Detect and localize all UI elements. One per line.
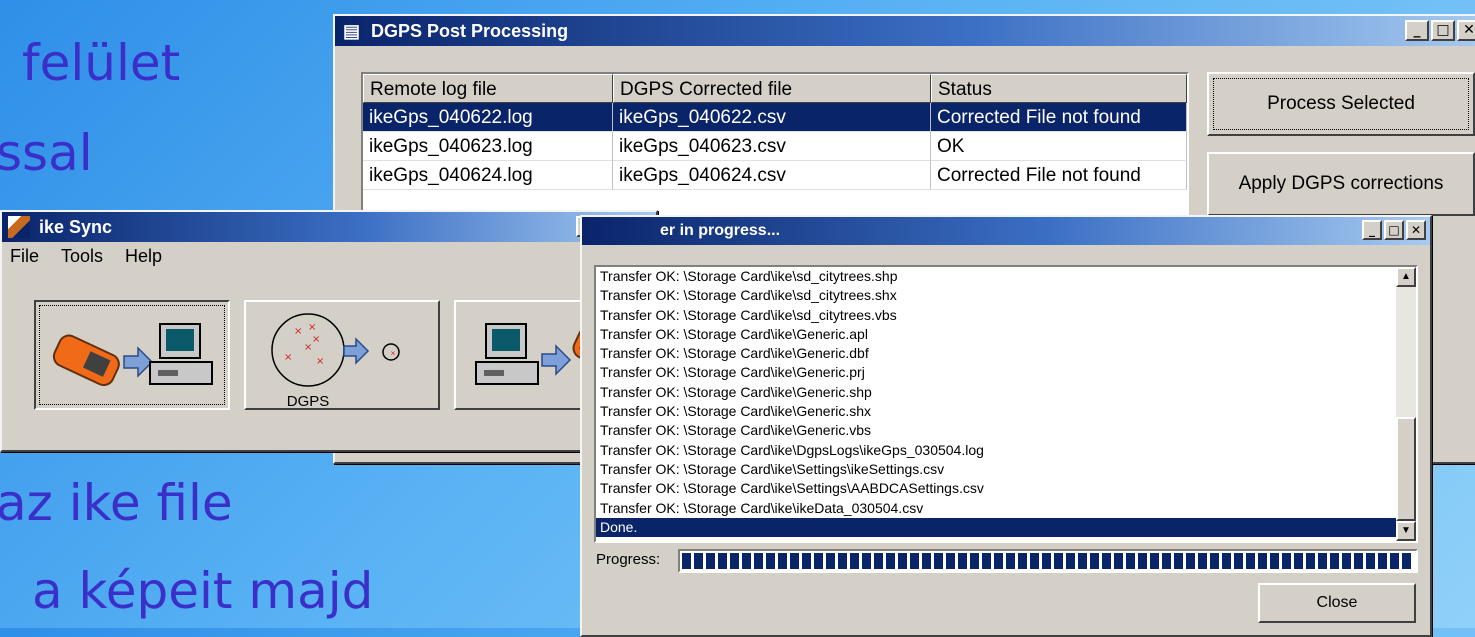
menu-help[interactable]: Help	[125, 246, 162, 267]
list-row[interactable]: ikeGps_040623.log ikeGps_040623.csv OK	[363, 132, 1187, 161]
slide-text-line4: a képeit majd	[32, 562, 374, 620]
ike-sync-title: ike Sync	[39, 217, 113, 237]
transfer-title: er in progress...	[660, 222, 781, 239]
minimize-icon[interactable]: _	[1362, 220, 1382, 240]
log-line: Done.	[596, 517, 1416, 538]
progress-bar	[678, 549, 1418, 573]
slide-text-line2: ssal	[0, 124, 93, 182]
log-line: Transfer OK: \Storage Card\ike\sd_citytr…	[600, 268, 898, 284]
list-row[interactable]: ikeGps_040624.log ikeGps_040624.csv Corr…	[363, 161, 1187, 190]
log-scrollbar[interactable]: ▲ ▼	[1396, 267, 1416, 541]
menu-tools[interactable]: Tools	[61, 246, 103, 267]
list-header: Remote log file DGPS Corrected file Stat…	[363, 74, 1187, 103]
svg-text:×: ×	[294, 326, 302, 337]
log-line: Transfer OK: \Storage Card\ike\Settings\…	[600, 460, 945, 477]
log-line: Transfer OK: \Storage Card\ike\Generic.s…	[600, 403, 872, 420]
cell-status: Corrected File not found	[931, 161, 1187, 190]
log-line: Transfer OK: \Storage Card\ike\DgpsLogs\…	[600, 441, 984, 458]
cell-remote-log: ikeGps_040623.log	[363, 132, 613, 161]
close-icon[interactable]: ✕	[1406, 220, 1426, 240]
dgps-button[interactable]: × × × × × × × DGPS	[244, 300, 440, 410]
log-line: Transfer OK: \Storage Card\ike\ikeData_0…	[600, 499, 924, 516]
cell-corrected-file: ikeGps_040622.csv	[613, 103, 931, 132]
log-line: Transfer OK: \Storage Card\ike\Generic.v…	[600, 422, 872, 439]
transfer-log[interactable]: Transfer OK: \Storage Card\ike\sd_citytr…	[594, 265, 1418, 543]
dgps-window-title: DGPS Post Processing	[371, 21, 569, 41]
dgps-titlebar[interactable]: ▤ DGPS Post Processing _ □ ✕	[335, 16, 1475, 46]
device-to-pc-icon	[52, 323, 213, 387]
cell-corrected-file: ikeGps_040624.csv	[613, 161, 931, 190]
close-button[interactable]: Close	[1258, 583, 1416, 623]
maximize-icon[interactable]: □	[1384, 220, 1404, 240]
menu-bar: File Tools Help	[6, 246, 162, 267]
svg-text:×: ×	[312, 334, 320, 345]
slide-text-line1: felület	[22, 34, 181, 92]
close-icon[interactable]: ✕	[1457, 20, 1475, 41]
window-icon: ▤	[343, 21, 361, 41]
svg-text:×: ×	[308, 322, 316, 333]
process-selected-button[interactable]: Process Selected	[1207, 72, 1475, 136]
scroll-up-icon[interactable]: ▲	[1396, 267, 1416, 287]
ike-logo-icon	[8, 216, 30, 238]
apply-dgps-corrections-button[interactable]: Apply DGPS corrections	[1207, 152, 1475, 216]
download-from-device-button[interactable]	[34, 300, 230, 410]
maximize-icon[interactable]: □	[1431, 20, 1455, 41]
svg-text:×: ×	[284, 352, 292, 363]
cell-remote-log: ikeGps_040624.log	[363, 161, 613, 190]
svg-text:×: ×	[391, 349, 396, 358]
list-row[interactable]: ikeGps_040622.log ikeGps_040622.csv Corr…	[363, 103, 1187, 132]
progress-fill	[682, 553, 1414, 569]
transfer-window: er in progress... _ □ ✕ Transfer OK: \St…	[580, 215, 1432, 637]
column-header-corrected-file[interactable]: DGPS Corrected file	[613, 74, 931, 103]
log-line: Transfer OK: \Storage Card\ike\Settings\…	[600, 480, 984, 497]
minimize-icon[interactable]: _	[1405, 20, 1429, 41]
scroll-down-icon[interactable]: ▼	[1396, 521, 1416, 541]
log-line: Transfer OK: \Storage Card\ike\Generic.d…	[600, 345, 869, 362]
log-line: Transfer OK: \Storage Card\ike\sd_citytr…	[600, 306, 897, 323]
progress-label: Progress:	[596, 551, 661, 568]
log-line: Transfer OK: \Storage Card\ike\Generic.p…	[600, 364, 865, 381]
cell-status: OK	[931, 132, 1187, 161]
menu-file[interactable]: File	[10, 246, 39, 267]
dgps-label: DGPS	[287, 393, 330, 408]
slide-text-line3: az ike file	[0, 474, 233, 532]
ike-sync-window: ike Sync _ □ ✕ File Tools Help ×	[0, 210, 658, 452]
log-line: Transfer OK: \Storage Card\ike\Generic.a…	[600, 325, 868, 342]
log-line: Transfer OK: \Storage Card\ike\sd_citytr…	[600, 287, 897, 304]
cell-corrected-file: ikeGps_040623.csv	[613, 132, 931, 161]
log-lines: Transfer OK: \Storage Card\ike\sd_citytr…	[596, 267, 1416, 538]
log-line: Transfer OK: \Storage Card\ike\Generic.s…	[600, 383, 872, 400]
cell-status: Corrected File not found	[931, 103, 1187, 132]
scroll-thumb[interactable]	[1396, 417, 1416, 521]
svg-text:×: ×	[316, 356, 324, 367]
cell-remote-log: ikeGps_040622.log	[363, 103, 613, 132]
column-header-remote-log[interactable]: Remote log file	[363, 74, 613, 103]
dgps-file-list[interactable]: Remote log file DGPS Corrected file Stat…	[361, 72, 1189, 222]
column-header-status[interactable]: Status	[931, 74, 1187, 103]
dgps-icon: × ×× × ×× × DGPS	[271, 313, 400, 410]
ike-sync-titlebar[interactable]: ike Sync _ □ ✕	[2, 212, 656, 242]
transfer-titlebar[interactable]: er in progress... _ □ ✕	[582, 217, 1430, 245]
